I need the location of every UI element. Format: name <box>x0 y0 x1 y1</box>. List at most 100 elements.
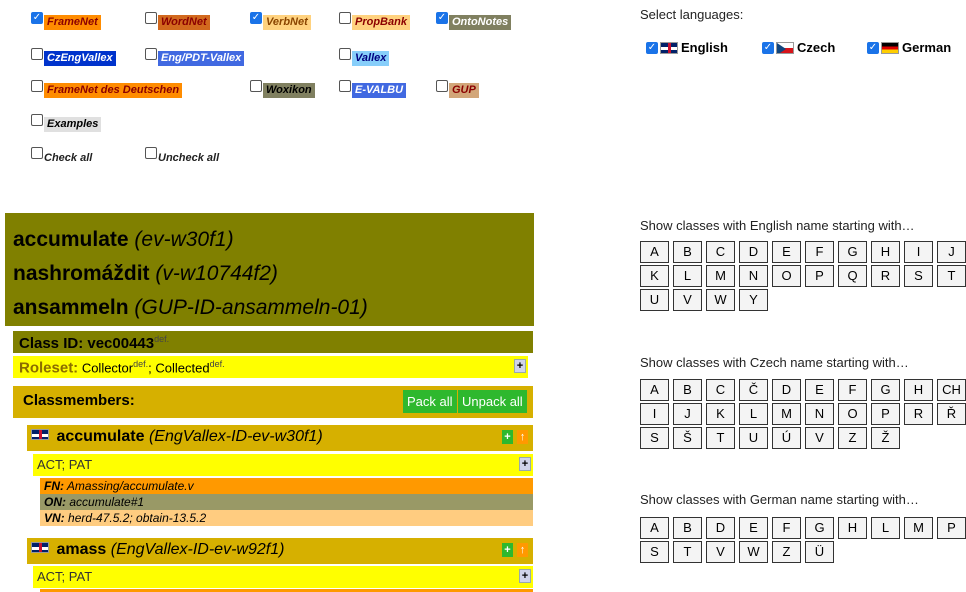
letter-button[interactable]: G <box>805 517 834 539</box>
checkbox[interactable] <box>31 147 43 159</box>
letter-button[interactable]: Č <box>739 379 768 401</box>
letter-button[interactable]: H <box>904 379 933 401</box>
letter-button[interactable]: L <box>673 265 702 287</box>
checkbox[interactable] <box>31 48 43 60</box>
letter-button[interactable]: M <box>706 265 735 287</box>
letter-button[interactable]: I <box>904 241 933 263</box>
letter-button[interactable]: K <box>640 265 669 287</box>
def-link[interactable]: def. <box>154 334 169 344</box>
pack-all-button[interactable]: Pack all <box>403 390 457 413</box>
move-up-button[interactable]: ↑ <box>517 430 528 444</box>
source-checkbox-gup[interactable]: GUP <box>436 78 479 98</box>
checkbox[interactable] <box>339 48 351 60</box>
letter-button[interactable]: U <box>640 289 669 311</box>
letter-button[interactable]: S <box>640 541 669 563</box>
letter-button[interactable]: Ü <box>805 541 834 563</box>
letter-button[interactable]: H <box>838 517 867 539</box>
source-checkbox-framenet-de[interactable]: FrameNet des Deutschen <box>31 78 183 98</box>
letter-button[interactable]: D <box>772 379 801 401</box>
letter-button[interactable]: J <box>937 241 966 263</box>
mapping-value[interactable]: accumulate#1 <box>69 495 144 509</box>
check-all-checkbox[interactable]: Check all <box>31 145 92 165</box>
expand-member-button[interactable]: + <box>502 430 513 444</box>
letter-button[interactable]: Z <box>772 541 801 563</box>
language-checkbox-czech[interactable]: ✓ Czech <box>762 40 835 55</box>
letter-button[interactable]: W <box>739 541 768 563</box>
expand-roles-button[interactable]: + <box>519 457 531 471</box>
expand-member-button[interactable]: + <box>502 543 513 557</box>
language-checkbox-english[interactable]: ✓ English <box>646 40 728 55</box>
letter-button[interactable]: V <box>706 541 735 563</box>
checkbox[interactable] <box>145 12 157 24</box>
letter-button[interactable]: G <box>871 379 900 401</box>
letter-button[interactable]: V <box>673 289 702 311</box>
uncheck-all-checkbox[interactable]: Uncheck all <box>145 145 219 165</box>
letter-button[interactable]: P <box>805 265 834 287</box>
move-up-button[interactable]: ↑ <box>517 543 528 557</box>
letter-button[interactable]: O <box>772 265 801 287</box>
checkbox[interactable]: ✓ <box>762 41 774 54</box>
letter-button[interactable]: E <box>805 379 834 401</box>
letter-button[interactable]: V <box>805 427 834 449</box>
letter-button[interactable]: L <box>739 403 768 425</box>
letter-button[interactable]: I <box>640 403 669 425</box>
letter-button[interactable]: K <box>706 403 735 425</box>
letter-button[interactable]: F <box>805 241 834 263</box>
letter-button[interactable]: J <box>673 403 702 425</box>
checkbox[interactable] <box>436 80 448 92</box>
letter-button[interactable]: E <box>739 517 768 539</box>
letter-button[interactable]: P <box>937 517 966 539</box>
letter-button[interactable]: T <box>706 427 735 449</box>
letter-button[interactable]: C <box>706 241 735 263</box>
source-checkbox-vallex[interactable]: Vallex <box>339 46 390 66</box>
letter-button[interactable]: D <box>706 517 735 539</box>
letter-button[interactable]: R <box>871 265 900 287</box>
letter-button[interactable]: N <box>739 265 768 287</box>
checkbox[interactable] <box>339 12 351 24</box>
source-checkbox-e-valbu[interactable]: E-VALBU <box>339 78 407 98</box>
letter-button[interactable]: Ř <box>937 403 966 425</box>
letter-button[interactable]: F <box>838 379 867 401</box>
letter-button[interactable]: R <box>904 403 933 425</box>
letter-button[interactable]: A <box>640 379 669 401</box>
letter-button[interactable]: Y <box>739 289 768 311</box>
checkbox[interactable] <box>145 48 157 60</box>
letter-button[interactable]: T <box>937 265 966 287</box>
source-checkbox-woxikon[interactable]: Woxikon <box>250 78 315 98</box>
checkbox[interactable] <box>31 114 43 126</box>
letter-button[interactable]: M <box>772 403 801 425</box>
source-checkbox-czengvallex[interactable]: CzEngVallex <box>31 46 116 66</box>
checkbox[interactable]: ✓ <box>867 41 879 54</box>
letter-button[interactable]: T <box>673 541 702 563</box>
mapping-value[interactable]: Amassing/accumulate.v <box>67 479 194 493</box>
source-checkbox-eng-pdt-vallex[interactable]: Eng/PDT-Vallex <box>145 46 245 66</box>
source-checkbox-wordnet[interactable]: WordNet <box>145 10 210 30</box>
checkbox[interactable]: ✓ <box>646 41 658 54</box>
def-link[interactable]: def. <box>210 359 225 369</box>
letter-button[interactable]: O <box>838 403 867 425</box>
letter-button[interactable]: Z <box>838 427 867 449</box>
expand-roleset-button[interactable]: + <box>514 359 526 373</box>
checkbox[interactable] <box>339 80 351 92</box>
letter-button[interactable]: U <box>739 427 768 449</box>
letter-button[interactable]: L <box>871 517 900 539</box>
letter-button[interactable]: B <box>673 517 702 539</box>
checkbox[interactable] <box>145 147 157 159</box>
letter-button[interactable]: Q <box>838 265 867 287</box>
letter-button[interactable]: S <box>640 427 669 449</box>
letter-button[interactable]: Š <box>673 427 702 449</box>
checkbox[interactable] <box>250 80 262 92</box>
language-checkbox-german[interactable]: ✓ German <box>867 40 951 55</box>
def-link[interactable]: def. <box>133 359 148 369</box>
letter-button[interactable]: D <box>739 241 768 263</box>
letter-button[interactable]: E <box>772 241 801 263</box>
letter-button[interactable]: C <box>706 379 735 401</box>
letter-button[interactable]: H <box>871 241 900 263</box>
checkbox[interactable] <box>31 80 43 92</box>
expand-roles-button[interactable]: + <box>519 569 531 583</box>
letter-button[interactable]: Ž <box>871 427 900 449</box>
letter-button[interactable]: A <box>640 517 669 539</box>
checkbox[interactable]: ✓ <box>250 12 262 24</box>
checkbox[interactable]: ✓ <box>31 12 43 24</box>
source-checkbox-ontonotes[interactable]: ✓ OntoNotes <box>436 10 512 30</box>
